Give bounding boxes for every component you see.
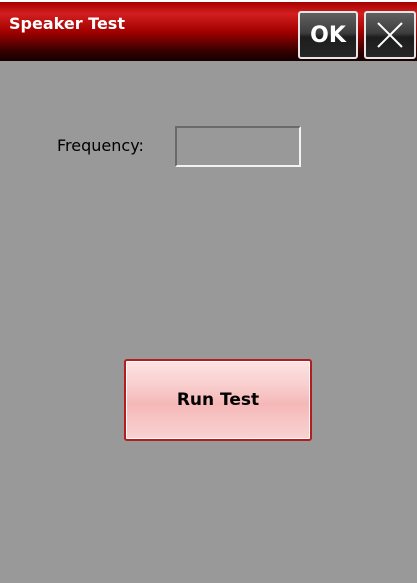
- speaker-test-window: Speaker Test OK Frequency: Run Test: [0, 0, 417, 583]
- close-button[interactable]: [364, 11, 416, 59]
- ok-button[interactable]: OK: [298, 11, 358, 59]
- frequency-label: Frequency:: [57, 136, 144, 155]
- title-bar: Speaker Test OK: [0, 0, 417, 61]
- close-x-icon: [377, 22, 403, 48]
- window-title: Speaker Test: [9, 14, 125, 33]
- run-test-button[interactable]: Run Test: [124, 359, 312, 441]
- frequency-input[interactable]: [175, 126, 301, 167]
